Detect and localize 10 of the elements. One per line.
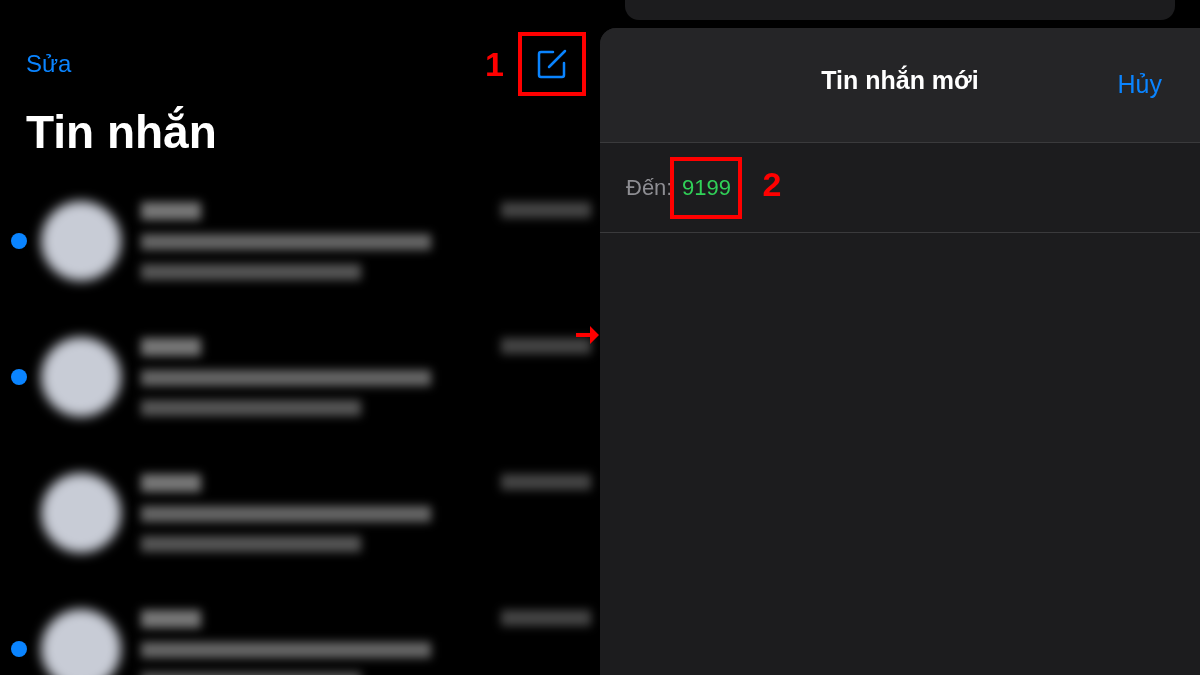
recipient-label: Đến: [626,174,673,202]
step-number: 1 [485,43,504,85]
cancel-button[interactable]: Hủy [1117,66,1162,104]
screen-title: Tin nhắn [25,105,218,160]
sheet-title: Tin nhắn mới [821,64,979,97]
edit-link[interactable]: Sửa [26,46,72,82]
step-number: 2 [762,164,782,205]
compose-icon[interactable] [535,47,569,81]
recipient-number: 9199 [682,174,731,202]
recipient-field[interactable]: Đến: 9199 2 [600,143,1200,233]
